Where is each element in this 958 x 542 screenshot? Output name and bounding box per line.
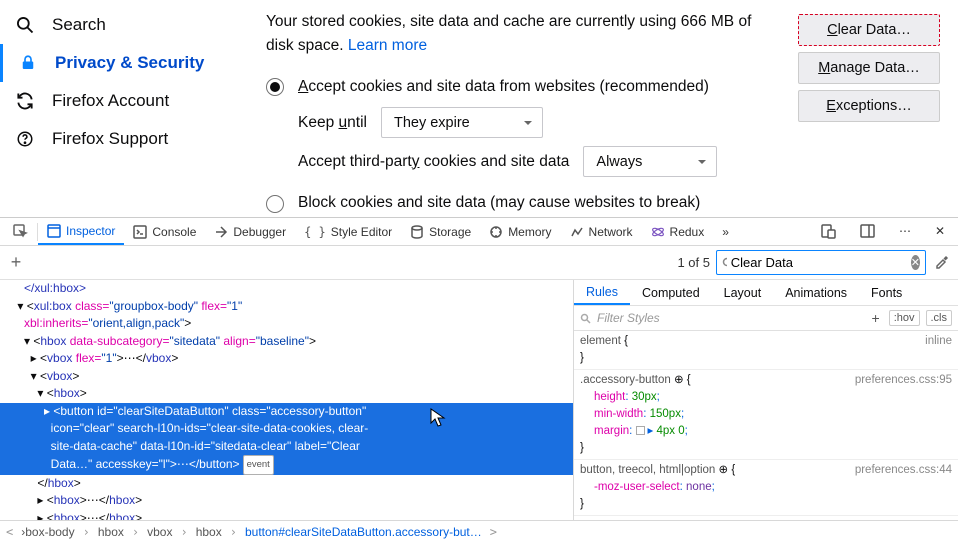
add-rule-button[interactable]: + [869, 310, 883, 326]
toggle-cls-button[interactable]: .cls [926, 310, 953, 326]
search-icon [14, 14, 36, 36]
breadcrumb-next[interactable]: > [488, 525, 499, 539]
sidebar-item-support[interactable]: Firefox Support [0, 120, 238, 158]
third-party-label: Accept third-party cookies and site data [298, 150, 569, 174]
sidebar-item-label: Firefox Support [52, 129, 168, 149]
keep-until-label: Keep until [298, 111, 367, 135]
accept-cookies-label: Accept cookies and site data from websit… [298, 75, 709, 99]
block-cookies-radio[interactable] [266, 195, 284, 213]
tab-style-editor[interactable]: { }Style Editor [295, 218, 401, 245]
clear-data-button[interactable]: Clear Data… [798, 14, 940, 46]
sidebar-item-label: Firefox Account [52, 91, 169, 111]
rules-tablist: Rules Computed Layout Animations Fonts [574, 280, 958, 306]
tab-console[interactable]: Console [124, 218, 205, 245]
tabs-overflow[interactable]: » [713, 218, 738, 245]
preferences-content: Your stored cookies, site data and cache… [238, 0, 958, 217]
tab-computed[interactable]: Computed [630, 280, 712, 305]
search-icon [722, 257, 727, 269]
sidebar-item-account[interactable]: Firefox Account [0, 82, 238, 120]
responsive-mode-button[interactable] [812, 224, 845, 239]
add-element-button[interactable]: + [0, 252, 32, 273]
tab-fonts[interactable]: Fonts [859, 280, 914, 305]
keep-until-select[interactable]: They expire [381, 107, 543, 138]
block-cookies-label: Block cookies and site data (may cause w… [298, 191, 700, 215]
tab-layout[interactable]: Layout [712, 280, 774, 305]
breadcrumb-prev[interactable]: < [4, 525, 15, 539]
cookies-intro-text: Your stored cookies, site data and cache… [266, 13, 751, 54]
selected-node[interactable]: ▸ <button id="clearSiteDataButton" class… [0, 403, 573, 421]
tab-animations[interactable]: Animations [773, 280, 859, 305]
accept-cookies-radio[interactable] [266, 78, 284, 96]
eyedropper-button[interactable] [934, 253, 950, 272]
manage-data-button[interactable]: Manage Data… [798, 52, 940, 84]
breadcrumb: < ›box-body› hbox› vbox› hbox› button#cl… [0, 520, 958, 542]
pick-element-button[interactable] [4, 218, 37, 245]
learn-more-link[interactable]: Learn more [348, 37, 427, 54]
sidebar-item-label: Search [52, 15, 106, 35]
tab-inspector[interactable]: Inspector [38, 218, 124, 245]
sync-icon [14, 90, 36, 112]
breadcrumb-current[interactable]: button#clearSiteDataButton.accessory-but… [245, 525, 482, 539]
tab-network[interactable]: Network [561, 218, 642, 245]
help-icon [14, 128, 36, 150]
third-party-select[interactable]: Always [583, 146, 717, 177]
tab-redux[interactable]: Redux [642, 218, 714, 245]
dock-button[interactable] [851, 224, 884, 239]
devtools-options-button[interactable]: ⋯ [890, 224, 920, 238]
rules-list[interactable]: inline element { } preferences.css:95 .a… [574, 331, 958, 520]
sidebar-item-search[interactable]: Search [0, 6, 238, 44]
tab-memory[interactable]: Memory [480, 218, 560, 245]
search-result-count: 1 of 5 [677, 255, 716, 270]
inspector-search-wrap: ✕ [716, 250, 926, 275]
tab-debugger[interactable]: Debugger [205, 218, 295, 245]
tab-storage[interactable]: Storage [401, 218, 480, 245]
lock-icon [17, 52, 39, 74]
inspector-search-input[interactable] [731, 255, 907, 270]
sidebar-item-privacy[interactable]: Privacy & Security [0, 44, 238, 82]
dom-tree[interactable]: </xul:hbox> ▾ <xul:box class="groupbox-b… [0, 280, 574, 520]
sidebar-item-label: Privacy & Security [55, 53, 204, 73]
tab-rules[interactable]: Rules [574, 280, 630, 305]
clear-search-button[interactable]: ✕ [911, 255, 920, 270]
event-badge[interactable]: event [243, 455, 274, 475]
toggle-hover-button[interactable]: :hov [889, 310, 920, 326]
devtools-toolbar: Inspector Console Debugger { }Style Edit… [0, 218, 958, 246]
filter-styles-input[interactable]: Filter Styles [597, 311, 863, 325]
search-icon [580, 313, 591, 324]
exceptions-button[interactable]: Exceptions… [798, 90, 940, 122]
devtools-close-button[interactable]: ✕ [926, 224, 954, 238]
